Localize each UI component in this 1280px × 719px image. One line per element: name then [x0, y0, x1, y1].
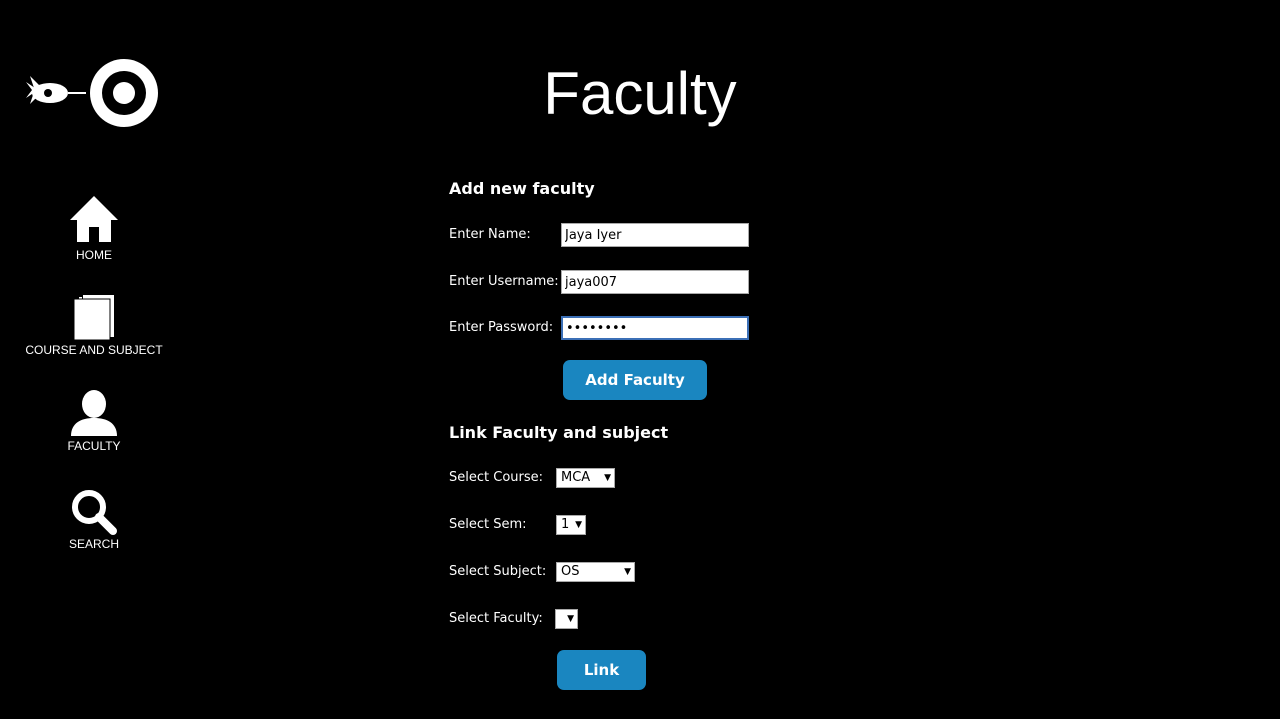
missile-icon [26, 76, 86, 104]
link-button[interactable]: Link [557, 650, 646, 690]
sidebar-item-label: FACULTY [67, 439, 121, 453]
book-icon [73, 295, 114, 341]
target-icon [90, 59, 158, 127]
sidebar-item-label: COURSE AND SUBJECT [25, 343, 163, 357]
page: HOME COURSE AND SUBJECT FACULTY SEARCH F… [0, 0, 1280, 719]
home-icon [70, 196, 118, 242]
sidebar-item-label: SEARCH [68, 537, 119, 551]
username-input[interactable] [561, 270, 749, 294]
sidebar-item-label: HOME [76, 248, 112, 262]
course-label: Select Course: [449, 470, 544, 485]
username-label: Enter Username: [449, 274, 559, 289]
faculty-select[interactable]: ▼ [555, 609, 578, 629]
chevron-down-icon: ▼ [624, 567, 631, 577]
add-faculty-button[interactable]: Add Faculty [563, 360, 707, 400]
name-input[interactable] [561, 223, 749, 247]
sidebar-item-search[interactable]: SEARCH [0, 487, 188, 551]
subject-label: Select Subject: [449, 564, 547, 579]
name-label: Enter Name: [449, 227, 531, 242]
subject-select-value: OS [561, 564, 580, 579]
chevron-down-icon: ▼ [567, 614, 574, 624]
sidebar-item-home[interactable]: HOME [0, 194, 188, 262]
sem-select-value: 1 [561, 517, 570, 532]
course-select[interactable]: MCA ▼ [556, 468, 615, 488]
sidebar-item-course-and-subject[interactable]: COURSE AND SUBJECT [0, 293, 188, 357]
faculty-label: Select Faculty: [449, 611, 543, 626]
user-icon [71, 390, 117, 436]
sem-select[interactable]: 1 ▼ [556, 515, 586, 535]
sem-label: Select Sem: [449, 517, 527, 532]
page-title: Faculty [543, 60, 737, 127]
course-select-value: MCA [561, 470, 591, 485]
password-label: Enter Password: [449, 320, 554, 335]
chevron-down-icon: ▼ [604, 473, 611, 483]
sidebar-item-faculty[interactable]: FACULTY [0, 389, 188, 453]
logo [24, 54, 164, 134]
password-input[interactable] [561, 316, 749, 340]
add-faculty-heading: Add new faculty [449, 179, 595, 198]
link-faculty-heading: Link Faculty and subject [449, 423, 669, 442]
subject-select[interactable]: OS ▼ [556, 562, 635, 582]
chevron-down-icon: ▼ [575, 520, 582, 530]
search-icon [72, 490, 117, 535]
